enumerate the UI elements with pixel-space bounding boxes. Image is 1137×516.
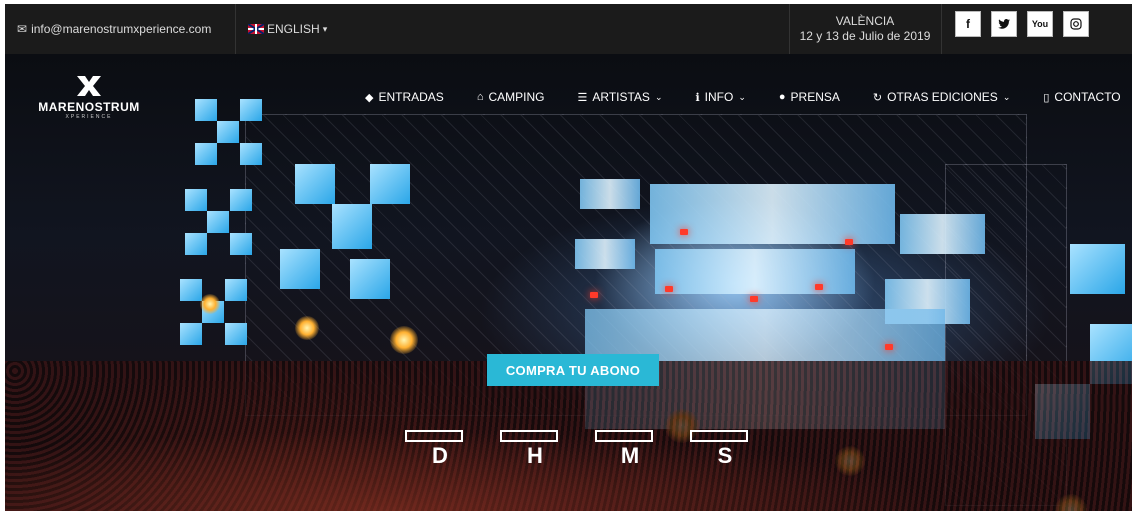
led-screen <box>655 249 855 294</box>
event-dates: 12 y 13 de Julio de 2019 <box>799 29 931 43</box>
divider <box>235 4 236 54</box>
nav-label: CAMPING <box>488 90 545 104</box>
stage-light <box>750 296 758 302</box>
facebook-icon[interactable]: f <box>955 11 981 37</box>
nav-item-info[interactable]: ℹ INFO ⌄ <box>695 90 745 104</box>
info-icon: ℹ <box>695 91 700 104</box>
countdown-minutes: M <box>595 430 653 468</box>
divider <box>789 4 790 54</box>
chevron-down-icon: ⌄ <box>738 91 746 102</box>
event-location: VALÈNCIA 12 y 13 de Julio de 2019 <box>791 4 939 54</box>
stage-light <box>665 286 673 292</box>
countdown-unit: H <box>527 443 543 468</box>
social-links: f You <box>955 11 1089 37</box>
nav-label: CONTACTO <box>1054 90 1121 104</box>
buy-pass-button[interactable]: COMPRA TU ABONO <box>487 354 659 386</box>
stage-light <box>680 229 688 235</box>
led-tile <box>280 249 320 289</box>
led-tile <box>230 189 252 211</box>
led-screen <box>575 239 635 269</box>
site-logo[interactable]: MARENOSTRUM XPERIENCE <box>33 74 145 120</box>
home-icon: ⌂ <box>476 91 484 103</box>
nav-item-camping[interactable]: ⌂ CAMPING <box>477 90 545 104</box>
led-screen <box>900 214 985 254</box>
chevron-down-icon: ▾ <box>322 23 328 34</box>
pyro-flame <box>200 294 220 314</box>
stage-light <box>590 292 598 298</box>
nav-label: ENTRADAS <box>378 90 444 104</box>
led-tile <box>332 204 372 249</box>
language-label: ENGLISH <box>267 22 320 36</box>
led-tile <box>195 143 217 165</box>
mail-icon: ✉ <box>17 22 28 36</box>
logo-name: MARENOSTRUM <box>38 100 140 114</box>
led-screen <box>650 184 895 244</box>
led-tile <box>225 323 247 345</box>
city-label: VALÈNCIA <box>835 14 895 28</box>
countdown-box <box>405 430 463 442</box>
countdown-hours: H <box>500 430 558 468</box>
divider <box>941 4 942 54</box>
led-tile <box>295 164 335 204</box>
led-tile <box>240 143 262 165</box>
led-screen <box>580 179 640 209</box>
email-link[interactable]: ✉ info@marenostrumxperience.com <box>17 4 211 54</box>
phone-icon: ▯ <box>1043 91 1050 104</box>
led-tile <box>225 279 247 301</box>
countdown-unit: M <box>620 443 640 468</box>
led-tile <box>1070 244 1125 294</box>
nav-menu: ◆ ENTRADAS ⌂ CAMPING ☰ ARTISTAS ⌄ ℹ INFO… <box>365 90 1121 104</box>
led-tile <box>185 189 207 211</box>
ticket-icon: ◆ <box>365 91 374 104</box>
page-frame: ✉ info@marenostrumxperience.com ENGLISH … <box>5 4 1132 511</box>
countdown-seconds: S <box>690 430 748 468</box>
led-tile <box>350 259 390 299</box>
youtube-icon[interactable]: You <box>1027 11 1053 37</box>
countdown-box <box>690 430 748 442</box>
pyro-flame <box>390 326 418 354</box>
nav-item-artistas[interactable]: ☰ ARTISTAS ⌄ <box>577 90 662 104</box>
stage-light <box>845 239 853 245</box>
refresh-icon: ↻ <box>872 91 883 104</box>
led-tile <box>180 279 202 301</box>
hero-banner: MARENOSTRUM XPERIENCE ◆ ENTRADAS ⌂ CAMPI… <box>5 54 1132 511</box>
logo-subtitle: XPERIENCE <box>65 114 113 120</box>
countdown-box <box>595 430 653 442</box>
led-tile <box>370 164 410 204</box>
language-selector[interactable]: ENGLISH ▾ <box>248 4 327 54</box>
chevron-down-icon: ⌄ <box>654 91 663 102</box>
nav-label: ARTISTAS <box>592 90 650 104</box>
pyro-flame <box>295 316 319 340</box>
user-icon: ● <box>778 91 786 103</box>
countdown-days: D <box>405 430 463 468</box>
led-tile <box>185 233 207 255</box>
nav-item-contacto[interactable]: ▯ CONTACTO <box>1043 90 1120 104</box>
led-tile <box>180 323 202 345</box>
chevron-down-icon: ⌄ <box>1002 91 1011 102</box>
nav-label: PRENSA <box>790 90 840 104</box>
list-icon: ☰ <box>577 91 588 104</box>
countdown-unit: S <box>717 443 733 468</box>
nav-item-entradas[interactable]: ◆ ENTRADAS <box>365 90 444 104</box>
led-tile <box>207 211 229 233</box>
logo-x-icon <box>77 76 101 96</box>
led-tile <box>230 233 252 255</box>
stage-light <box>815 284 823 290</box>
twitter-icon[interactable] <box>991 11 1017 37</box>
nav-item-otras-ediciones[interactable]: ↻ OTRAS EDICIONES ⌄ <box>873 90 1010 104</box>
countdown-box <box>500 430 558 442</box>
nav-label: OTRAS EDICIONES <box>887 90 998 104</box>
nav-item-prensa[interactable]: ● PRENSA <box>779 90 840 104</box>
uk-flag-icon <box>248 24 264 34</box>
top-bar: ✉ info@marenostrumxperience.com ENGLISH … <box>5 4 1132 55</box>
countdown-unit: D <box>432 443 448 468</box>
nav-label: INFO <box>704 90 734 104</box>
stage-light <box>885 344 893 350</box>
main-navigation: MARENOSTRUM XPERIENCE ◆ ENTRADAS ⌂ CAMPI… <box>5 54 1132 146</box>
instagram-icon[interactable] <box>1063 11 1089 37</box>
email-text: info@marenostrumxperience.com <box>31 22 212 36</box>
